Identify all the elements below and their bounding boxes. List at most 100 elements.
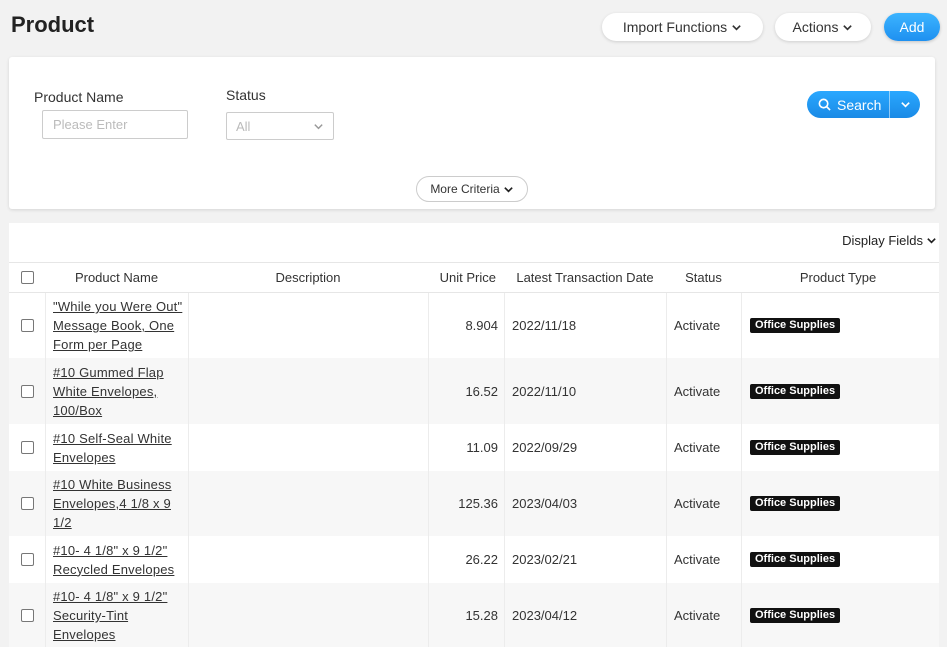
row-checkbox[interactable]	[20, 384, 34, 398]
product-table: Display Fields Product Name Description …	[9, 223, 939, 647]
product-name-link[interactable]: #10- 4 1/8" x 9 1/2" Recycled Envelopes	[53, 541, 174, 579]
column-header-description[interactable]: Description	[188, 263, 428, 292]
unit-price-cell: 125.36	[458, 496, 498, 511]
column-divider	[504, 293, 505, 358]
column-divider	[504, 536, 505, 583]
table-row[interactable]: #10- 4 1/8" x 9 1/2" Recycled Envelopes 26…	[9, 536, 939, 583]
unit-price-cell: 11.09	[466, 440, 498, 455]
column-header-status[interactable]: Status	[666, 263, 741, 292]
column-divider	[741, 424, 742, 471]
product-name-line: Security-Tint	[53, 608, 129, 623]
column-divider	[45, 293, 46, 358]
product-name-link[interactable]: #10- 4 1/8" x 9 1/2" Security-Tint Envelop…	[53, 587, 167, 644]
unit-price-cell: 16.52	[465, 383, 498, 399]
product-name-label: Product Name	[34, 89, 124, 105]
column-header-product-type[interactable]: Product Type	[741, 263, 935, 292]
product-name-line: 1/2	[53, 515, 72, 530]
row-select-cell	[9, 471, 45, 536]
description-cell	[196, 583, 428, 647]
latest-transaction-date-cell: 2023/04/12	[512, 608, 578, 623]
row-checkbox[interactable]	[20, 609, 34, 622]
status-select[interactable]: All	[226, 112, 334, 140]
product-type-badge: Office Supplies	[750, 496, 841, 511]
row-checkbox[interactable]	[20, 553, 34, 566]
row-checkbox[interactable]	[20, 497, 34, 510]
table-row[interactable]: #10 Gummed Flap White Envelopes, 100/Box 16…	[9, 358, 939, 424]
unit-price-cell: 8.904	[465, 318, 498, 333]
product-name-line: #10- 4 1/8" x 9 1/2"	[53, 589, 168, 604]
column-divider	[666, 471, 667, 536]
table-row[interactable]: "While you Were Out" Message Book, One For…	[9, 293, 939, 358]
display-fields-button[interactable]: Display Fields	[842, 233, 937, 248]
row-checkbox[interactable]	[20, 441, 34, 454]
product-type-cell: Office Supplies	[750, 358, 935, 424]
product-name-link[interactable]: #10 Gummed Flap White Envelopes, 100/Box	[53, 363, 164, 420]
search-button[interactable]: Search	[807, 91, 889, 118]
chevron-down-icon	[732, 24, 741, 31]
import-functions-label: Import Functions	[622, 19, 728, 35]
column-divider	[504, 583, 505, 647]
product-type-cell: Office Supplies	[750, 293, 935, 358]
column-divider	[666, 583, 667, 647]
description-cell	[196, 358, 428, 424]
description-cell	[196, 424, 428, 471]
column-divider	[741, 358, 742, 424]
select-all-checkbox[interactable]	[20, 271, 34, 284]
column-divider	[45, 358, 46, 424]
product-name-input[interactable]: Please Enter	[42, 110, 188, 139]
status-cell: Activate	[674, 383, 721, 399]
status-cell: Activate	[674, 440, 721, 455]
column-divider	[666, 424, 667, 471]
more-criteria-button[interactable]: More Criteria	[416, 176, 528, 202]
column-header-unit-price[interactable]: Unit Price	[428, 263, 504, 292]
product-type-badge: Office Supplies	[750, 318, 841, 333]
product-name-line: #10 White Business	[53, 477, 172, 492]
product-type-badge: Office Supplies	[750, 383, 841, 399]
actions-button[interactable]: Actions	[775, 13, 871, 41]
column-divider	[741, 536, 742, 583]
product-name-cell: #10 Self-Seal White Envelopes	[53, 424, 188, 471]
product-name-line: #10 Self-Seal White	[53, 430, 172, 446]
product-name-line: Envelopes,4 1/8 x 9	[53, 496, 171, 511]
product-name-line: #10- 4 1/8" x 9 1/2"	[53, 542, 168, 558]
product-name-cell: #10- 4 1/8" x 9 1/2" Security-Tint Envelop…	[53, 583, 188, 647]
column-divider	[504, 471, 505, 536]
status-select-value: All	[236, 118, 251, 134]
product-type-badge: Office Supplies	[750, 552, 841, 567]
product-name-link[interactable]: "While you Were Out" Message Book, One For…	[53, 297, 182, 354]
chevron-down-icon	[314, 123, 323, 129]
product-name-link[interactable]: #10 White Business Envelopes,4 1/8 x 9 1/2	[53, 475, 172, 532]
chevron-down-icon	[900, 102, 910, 108]
column-divider	[666, 358, 667, 424]
column-divider	[666, 536, 667, 583]
description-cell	[196, 536, 428, 583]
status-cell: Activate	[674, 608, 721, 623]
column-divider	[45, 583, 46, 647]
import-functions-button[interactable]: Import Functions	[602, 13, 763, 41]
column-divider	[188, 358, 189, 424]
row-checkbox[interactable]	[20, 319, 34, 332]
add-button[interactable]: Add	[884, 13, 940, 41]
column-divider	[666, 293, 667, 358]
search-options-button[interactable]	[890, 91, 920, 118]
column-divider	[741, 293, 742, 358]
product-type-badge: Office Supplies	[750, 608, 841, 623]
product-name-cell: #10 Gummed Flap White Envelopes, 100/Box	[53, 358, 188, 424]
unit-price-cell: 15.28	[465, 608, 498, 623]
column-header-latest-transaction-date[interactable]: Latest Transaction Date	[504, 263, 666, 292]
product-name-line: #10 Gummed Flap	[53, 364, 164, 380]
column-header-product-name[interactable]: Product Name	[45, 263, 188, 292]
row-select-cell	[9, 424, 45, 471]
page-title: Product	[11, 12, 95, 37]
row-select-cell	[9, 583, 45, 647]
more-criteria-label: More Criteria	[430, 182, 500, 196]
column-divider	[741, 583, 742, 647]
table-row[interactable]: #10 White Business Envelopes,4 1/8 x 9 1/2…	[9, 471, 939, 536]
table-row[interactable]: #10- 4 1/8" x 9 1/2" Security-Tint Envelop…	[9, 583, 939, 647]
row-select-cell	[9, 358, 45, 424]
latest-transaction-date-cell: 2022/09/29	[512, 440, 578, 455]
table-header: Product Name Description Unit Price Late…	[9, 262, 939, 293]
table-row[interactable]: #10 Self-Seal White Envelopes 11.09 2022/09…	[9, 424, 939, 471]
product-name-line: "While you Were Out"	[53, 299, 183, 314]
product-name-link[interactable]: #10 Self-Seal White Envelopes	[53, 429, 172, 467]
